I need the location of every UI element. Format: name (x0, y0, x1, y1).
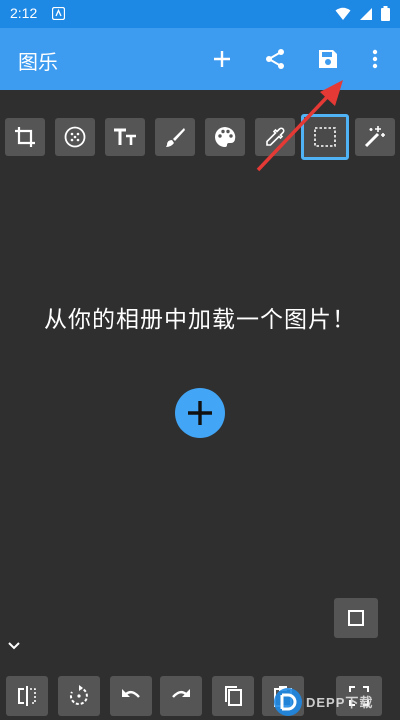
rotate-icon (69, 685, 88, 705)
eyedropper-icon (266, 127, 285, 146)
crop-button[interactable] (5, 118, 45, 156)
selection-icon (314, 127, 336, 147)
undo-button[interactable] (110, 676, 152, 716)
crop-icon (15, 127, 35, 147)
plus-icon (188, 401, 212, 425)
more-vert-icon (372, 49, 378, 69)
save-icon (319, 50, 337, 68)
app-bar: 图乐 (0, 28, 400, 90)
battery-icon (381, 6, 390, 21)
signal-icon (360, 7, 372, 20)
eyedropper-button[interactable] (255, 118, 295, 156)
aspect-square-button[interactable] (334, 598, 378, 638)
blur-icon (64, 126, 86, 148)
chevron-down-icon[interactable] (6, 638, 22, 654)
status-bar: 2:12 (0, 0, 400, 28)
magic-wand-icon (364, 126, 385, 148)
editing-toolbar (0, 114, 400, 160)
app-title: 图乐 (18, 50, 58, 74)
brush-button[interactable] (155, 118, 195, 156)
undo-icon (122, 689, 140, 698)
square-icon (348, 610, 364, 626)
save-button[interactable] (311, 42, 345, 76)
text-icon (114, 128, 136, 145)
magic-wand-button[interactable] (355, 118, 395, 156)
more-options-button[interactable] (358, 42, 392, 76)
blur-button[interactable] (55, 118, 95, 156)
copy-button[interactable] (212, 676, 254, 716)
compare-button[interactable] (6, 676, 48, 716)
share-icon (266, 49, 284, 69)
status-time: 2:12 (10, 5, 38, 21)
empty-canvas-message: 从你的相册中加载一个图片！ (44, 307, 356, 333)
redo-icon (172, 689, 190, 698)
palette-button[interactable] (205, 118, 245, 156)
add-button[interactable] (205, 42, 239, 76)
notification-icon (52, 7, 65, 20)
watermark-text: DEPP下载 (306, 695, 374, 710)
palette-icon (215, 127, 236, 147)
wifi-icon (335, 7, 351, 20)
watermark-logo-icon (274, 688, 302, 716)
brush-icon (166, 128, 185, 147)
copy-icon (225, 686, 242, 706)
selection-button[interactable] (301, 114, 349, 160)
rotate-button[interactable] (58, 676, 100, 716)
add-image-button[interactable] (175, 388, 225, 438)
text-button[interactable] (105, 118, 145, 156)
watermark: DEPP下载 (270, 684, 400, 720)
share-button[interactable] (258, 42, 292, 76)
compare-icon (18, 686, 36, 706)
redo-button[interactable] (160, 676, 202, 716)
plus-icon (214, 51, 230, 67)
